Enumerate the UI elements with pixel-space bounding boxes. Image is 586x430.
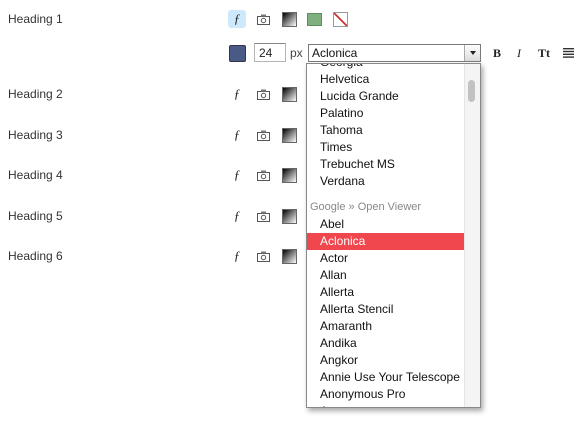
font-color-swatch[interactable] bbox=[229, 45, 246, 62]
dropdown-option[interactable]: Angkor bbox=[307, 352, 465, 369]
camera-icon[interactable] bbox=[254, 247, 272, 265]
dropdown-option[interactable]: Tahoma bbox=[307, 122, 465, 139]
dropdown-option[interactable]: Verdana bbox=[307, 173, 465, 190]
dropdown-option[interactable]: Actor bbox=[307, 250, 465, 267]
dropdown-list: GeorgiaHelveticaLucida GrandePalatinoTah… bbox=[307, 64, 465, 407]
font-icon[interactable]: ƒ bbox=[228, 85, 246, 103]
dropdown-group-label: Google » Open Viewer bbox=[310, 201, 422, 213]
scrollbar-thumb[interactable] bbox=[468, 80, 475, 102]
dropdown-option[interactable]: Abel bbox=[307, 216, 465, 233]
dropdown-spacer bbox=[307, 190, 465, 199]
dropdown-option[interactable]: Helvetica bbox=[307, 71, 465, 88]
font-icon[interactable]: ƒ bbox=[228, 126, 246, 144]
font-icon[interactable]: ƒ bbox=[228, 207, 246, 225]
dropdown-option[interactable]: Lucida Grande bbox=[307, 88, 465, 105]
heading-3-label: Heading 3 bbox=[8, 128, 63, 142]
color-swatch-icon[interactable] bbox=[305, 10, 323, 28]
dropdown-option[interactable]: Allan bbox=[307, 267, 465, 284]
dropdown-option[interactable]: Palatino bbox=[307, 105, 465, 122]
text-case-button[interactable]: Tt bbox=[538, 46, 550, 61]
dropdown-option[interactable]: Andika bbox=[307, 335, 465, 352]
dropdown-option[interactable]: Allerta Stencil bbox=[307, 301, 465, 318]
camera-icon[interactable] bbox=[254, 207, 272, 225]
heading-1-label: Heading 1 bbox=[8, 12, 63, 26]
heading-5-label: Heading 5 bbox=[8, 209, 63, 223]
no-color-icon[interactable] bbox=[331, 10, 349, 28]
gradient-icon[interactable] bbox=[280, 126, 298, 144]
font-family-dropdown[interactable]: GeorgiaHelveticaLucida GrandePalatinoTah… bbox=[306, 63, 481, 408]
dropdown-option[interactable]: Anton bbox=[307, 403, 465, 407]
gradient-icon[interactable] bbox=[280, 207, 298, 225]
dropdown-option[interactable]: Anonymous Pro bbox=[307, 386, 465, 403]
font-icon[interactable]: ƒ bbox=[228, 247, 246, 265]
heading-2-label: Heading 2 bbox=[8, 87, 63, 101]
camera-icon[interactable] bbox=[254, 10, 272, 28]
heading-6-label: Heading 6 bbox=[8, 249, 63, 263]
dropdown-option-selected[interactable]: Aclonica bbox=[307, 233, 465, 250]
dropdown-option[interactable]: Georgia bbox=[307, 64, 465, 71]
font-family-select[interactable]: Aclonica bbox=[308, 44, 481, 62]
dropdown-option[interactable]: Annie Use Your Telescope bbox=[307, 369, 465, 386]
gradient-icon[interactable] bbox=[280, 247, 298, 265]
dropdown-option[interactable]: Times bbox=[307, 139, 465, 156]
dropdown-scrollbar[interactable] bbox=[464, 64, 480, 407]
font-icon[interactable]: ƒ bbox=[228, 166, 246, 184]
bold-button[interactable]: B bbox=[493, 46, 501, 61]
gradient-icon[interactable] bbox=[280, 166, 298, 184]
camera-icon[interactable] bbox=[254, 85, 272, 103]
italic-button[interactable]: I bbox=[517, 46, 521, 61]
font-family-selected-value: Aclonica bbox=[312, 46, 358, 60]
gradient-icon[interactable] bbox=[280, 10, 298, 28]
camera-icon[interactable] bbox=[254, 126, 272, 144]
gradient-icon[interactable] bbox=[280, 85, 298, 103]
chevron-down-icon[interactable] bbox=[464, 45, 480, 61]
dropdown-option[interactable]: Allerta bbox=[307, 284, 465, 301]
dropdown-viewport: GeorgiaHelveticaLucida GrandePalatinoTah… bbox=[307, 64, 465, 407]
camera-icon[interactable] bbox=[254, 166, 272, 184]
dropdown-option[interactable]: Amaranth bbox=[307, 318, 465, 335]
dropdown-option[interactable]: Trebuchet MS bbox=[307, 156, 465, 173]
font-icon[interactable]: ƒ bbox=[228, 10, 246, 28]
heading-4-label: Heading 4 bbox=[8, 168, 63, 182]
align-justify-icon[interactable] bbox=[561, 44, 575, 62]
font-size-input[interactable] bbox=[254, 43, 286, 62]
font-size-unit: px bbox=[290, 46, 303, 60]
